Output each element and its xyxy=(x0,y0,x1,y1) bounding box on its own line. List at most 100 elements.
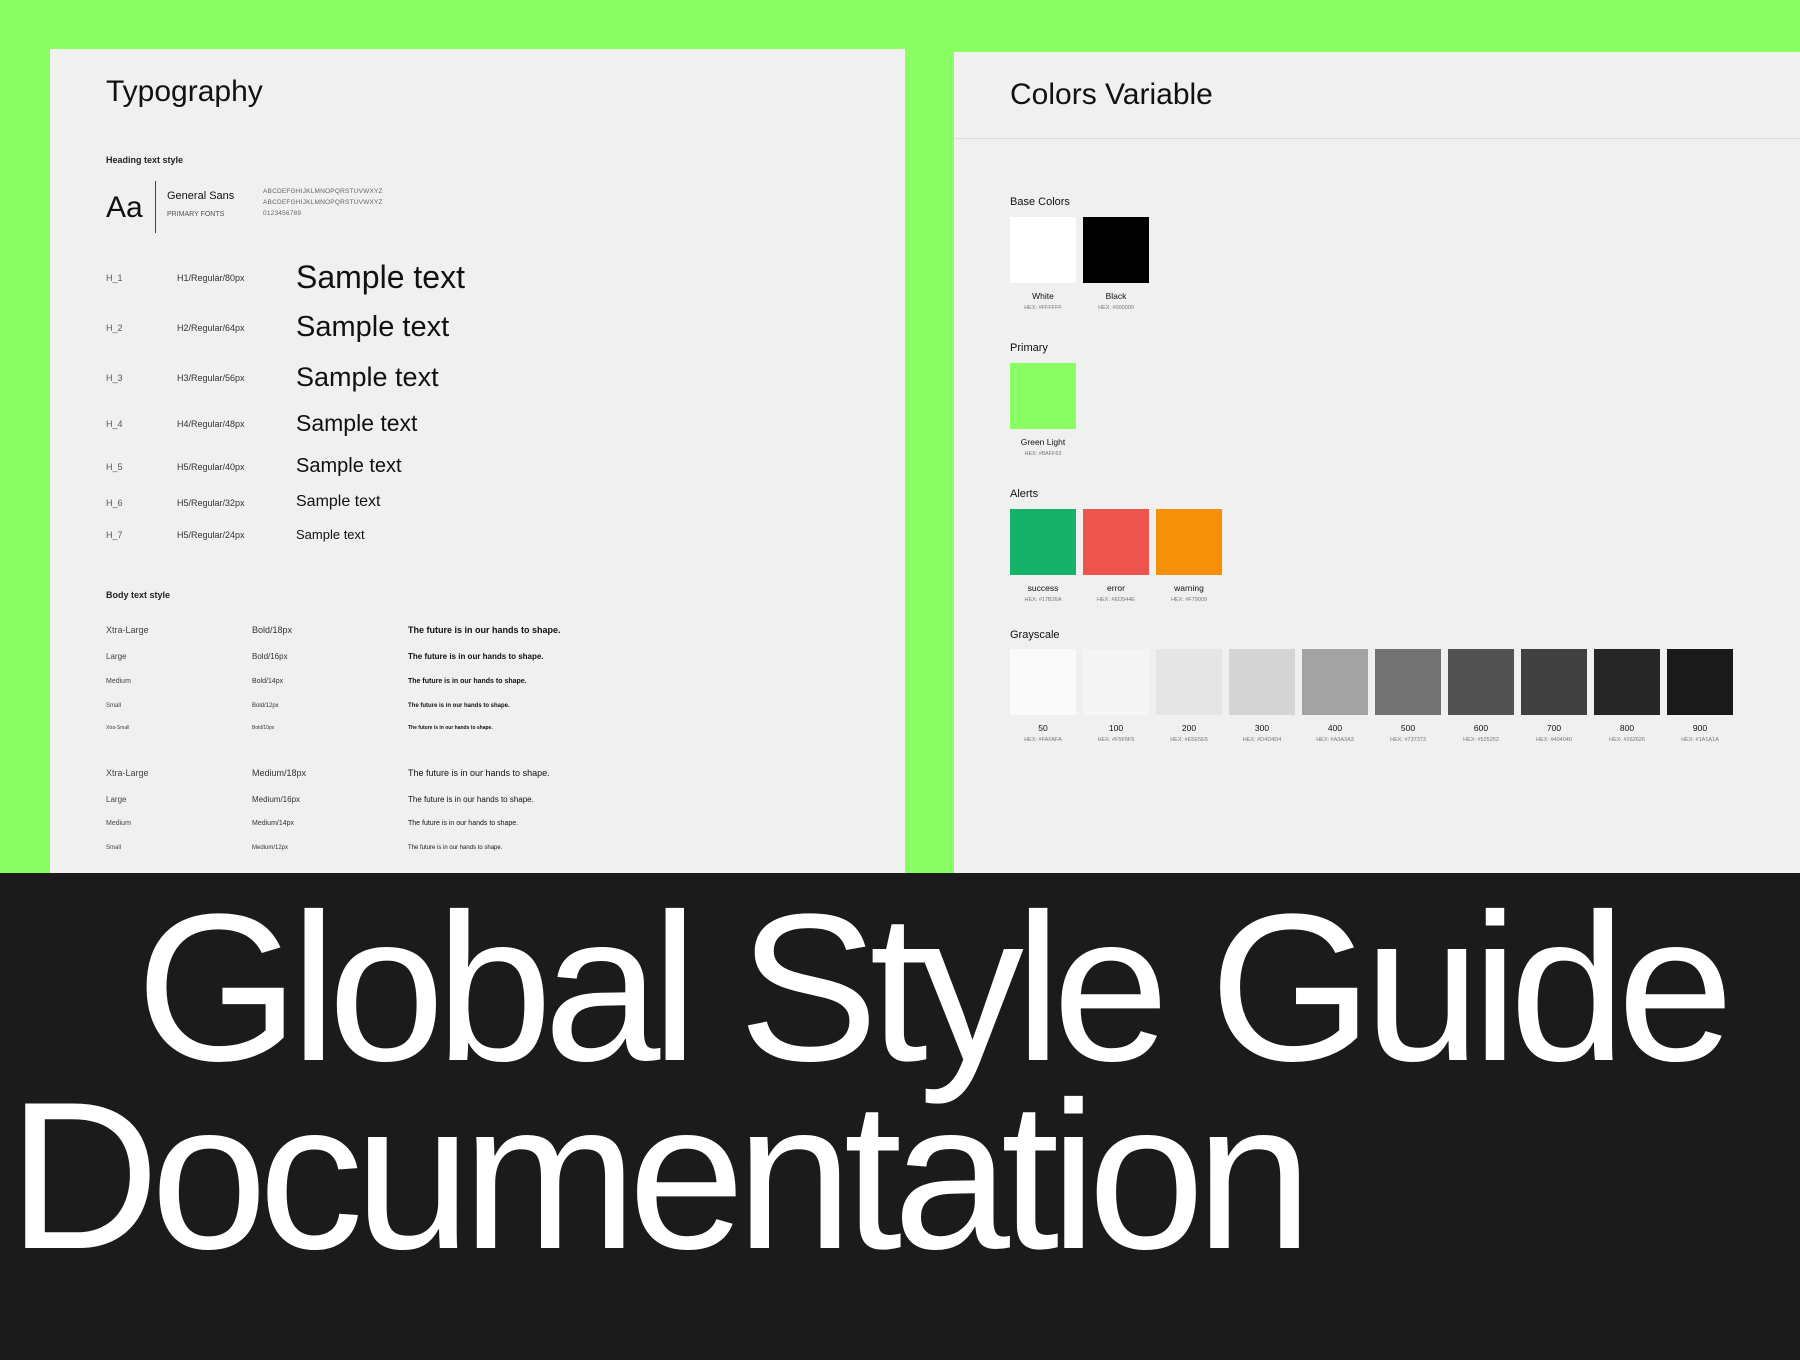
body-spec: Medium/14px xyxy=(252,820,295,827)
font-uppercase: ABCDEFGHIJKLMNOPQRSTUVWXYZ xyxy=(263,188,383,195)
body-size-label: Medium xyxy=(106,820,131,827)
body-spec: Bold/10px xyxy=(252,725,275,731)
color-swatch xyxy=(1156,649,1222,715)
body-spec: Bold/12px xyxy=(252,703,279,709)
heading-id: H_7 xyxy=(106,529,123,540)
swatch-hex: HEX: #17B26A xyxy=(1024,597,1062,603)
hero-banner: Global Style Guide Documentation xyxy=(0,873,1800,1360)
color-swatch xyxy=(1302,649,1368,715)
color-swatch xyxy=(1010,363,1076,429)
font-card-divider xyxy=(155,181,156,233)
colors-panel: Colors Variable Base Colors White HEX: #F… xyxy=(954,52,1800,873)
font-sample: Aa xyxy=(106,191,143,224)
swatch-hex: HEX: #737373 xyxy=(1390,737,1426,743)
heading-id: H_6 xyxy=(106,497,123,508)
body-sample-text: The future is in our hands to shape. xyxy=(408,652,544,661)
body-sample-text: The future is in our hands to shape. xyxy=(408,768,550,778)
body-sample-text: The future is in our hands to shape. xyxy=(408,725,493,731)
heading-spec: H5/Regular/40px xyxy=(177,462,245,472)
primary-label: Primary xyxy=(1010,342,1048,354)
color-swatch xyxy=(1083,649,1149,715)
body-sample-text: The future is in our hands to shape. xyxy=(408,625,561,635)
body-sample-text: The future is in our hands to shape. xyxy=(408,795,534,804)
swatch-hex: HEX: #D4D4D4 xyxy=(1242,737,1282,743)
alerts-label: Alerts xyxy=(1010,488,1039,500)
swatch-name: 300 xyxy=(1254,723,1270,733)
color-swatch xyxy=(1521,649,1587,715)
swatch-hex: HEX: #FAFAFA xyxy=(1024,737,1062,743)
heading-spec: H5/Regular/32px xyxy=(177,497,245,508)
body-section-label: Body text style xyxy=(106,590,171,600)
swatch-name: warning xyxy=(1174,583,1204,593)
heading-sample: Sample text xyxy=(296,410,418,436)
heading-id: H_4 xyxy=(106,418,123,429)
color-swatch xyxy=(1375,649,1441,715)
heading-sample: Sample text xyxy=(296,362,439,392)
colors-title: Colors Variable xyxy=(1010,78,1213,111)
swatch-hex: HEX: #FFFFFF xyxy=(1024,305,1062,311)
color-swatch xyxy=(1156,509,1222,575)
body-sample-text: The future is in our hands to shape. xyxy=(408,678,527,685)
body-spec: Medium/12px xyxy=(252,845,289,851)
body-spec: Bold/14px xyxy=(252,678,284,685)
heading-id: H_2 xyxy=(106,323,123,334)
color-swatch xyxy=(1010,217,1076,283)
heading-spec: H5/Regular/24px xyxy=(177,529,245,540)
typography-panel: Typography Heading text style Aa General… xyxy=(50,49,905,873)
hero-title-line2: Documentation xyxy=(8,1058,1312,1293)
heading-sample: Sample text xyxy=(296,455,402,477)
heading-id: H_1 xyxy=(106,273,123,284)
color-swatch xyxy=(1010,509,1076,575)
body-size-label: Large xyxy=(106,652,127,661)
color-swatch xyxy=(1083,509,1149,575)
body-spec: Medium/16px xyxy=(252,795,301,804)
swatch-hex: HEX: #A3A3A3 xyxy=(1316,737,1354,743)
body-spec: Medium/18px xyxy=(252,768,307,778)
font-digits: 0123456789 xyxy=(263,210,302,217)
base-colors-label: Base Colors xyxy=(1010,196,1070,208)
color-swatch xyxy=(1448,649,1514,715)
heading-spec: H2/Regular/64px xyxy=(177,323,245,334)
color-swatch xyxy=(1010,649,1076,715)
heading-spec: H3/Regular/56px xyxy=(177,373,245,384)
font-name: General Sans xyxy=(167,190,235,202)
body-spec: Bold/16px xyxy=(252,652,288,661)
swatch-name: 50 xyxy=(1038,723,1048,733)
swatch-name: 100 xyxy=(1108,723,1124,733)
swatch-hex: HEX: #262626 xyxy=(1609,737,1645,743)
body-size-label: Small xyxy=(106,845,122,851)
color-swatch xyxy=(1594,649,1660,715)
heading-sample: Sample text xyxy=(296,527,365,542)
body-size-label: Medium xyxy=(106,678,131,685)
font-subtitle: PRIMARY FONTS xyxy=(167,211,225,218)
body-size-label: Large xyxy=(106,795,127,804)
heading-spec: H1/Regular/80px xyxy=(177,273,245,284)
swatch-hex: HEX: #525252 xyxy=(1463,737,1499,743)
body-size-label: Small xyxy=(106,703,122,709)
body-sample-text: The future is in our hands to shape. xyxy=(408,703,510,709)
heading-spec: H4/Regular/48px xyxy=(177,418,245,429)
swatch-name: 600 xyxy=(1473,723,1489,733)
body-size-label: Xtra-Large xyxy=(106,625,149,635)
font-lowercase: ABCDEFGHIJKLMNOPQRSTUVWXYZ xyxy=(263,199,383,206)
swatch-hex: HEX: #F79009 xyxy=(1170,597,1208,603)
heading-id: H_3 xyxy=(106,373,123,384)
body-size-label: Xtra-Small xyxy=(106,725,130,731)
heading-sample: Sample text xyxy=(296,493,381,510)
swatch-name: 200 xyxy=(1181,723,1197,733)
body-spec: Bold/18px xyxy=(252,625,293,635)
swatch-name: Black xyxy=(1105,291,1127,301)
heading-section-label: Heading text style xyxy=(106,155,184,165)
body-sample-text: The future is in our hands to shape. xyxy=(408,820,519,827)
swatch-hex: HEX: #404040 xyxy=(1536,737,1572,743)
grayscale-label: Grayscale xyxy=(1010,629,1060,641)
color-swatch xyxy=(1229,649,1295,715)
swatch-hex: HEX: #8AFF63 xyxy=(1024,451,1062,457)
swatch-name: error xyxy=(1107,583,1125,593)
heading-id: H_5 xyxy=(106,462,123,472)
swatch-hex: HEX: #1A1A1A xyxy=(1681,737,1719,743)
swatch-name: 700 xyxy=(1546,723,1562,733)
swatch-name: 400 xyxy=(1327,723,1343,733)
swatch-hex: HEX: #000000 xyxy=(1098,305,1134,311)
swatch-hex: HEX: #ED544E xyxy=(1097,597,1135,603)
